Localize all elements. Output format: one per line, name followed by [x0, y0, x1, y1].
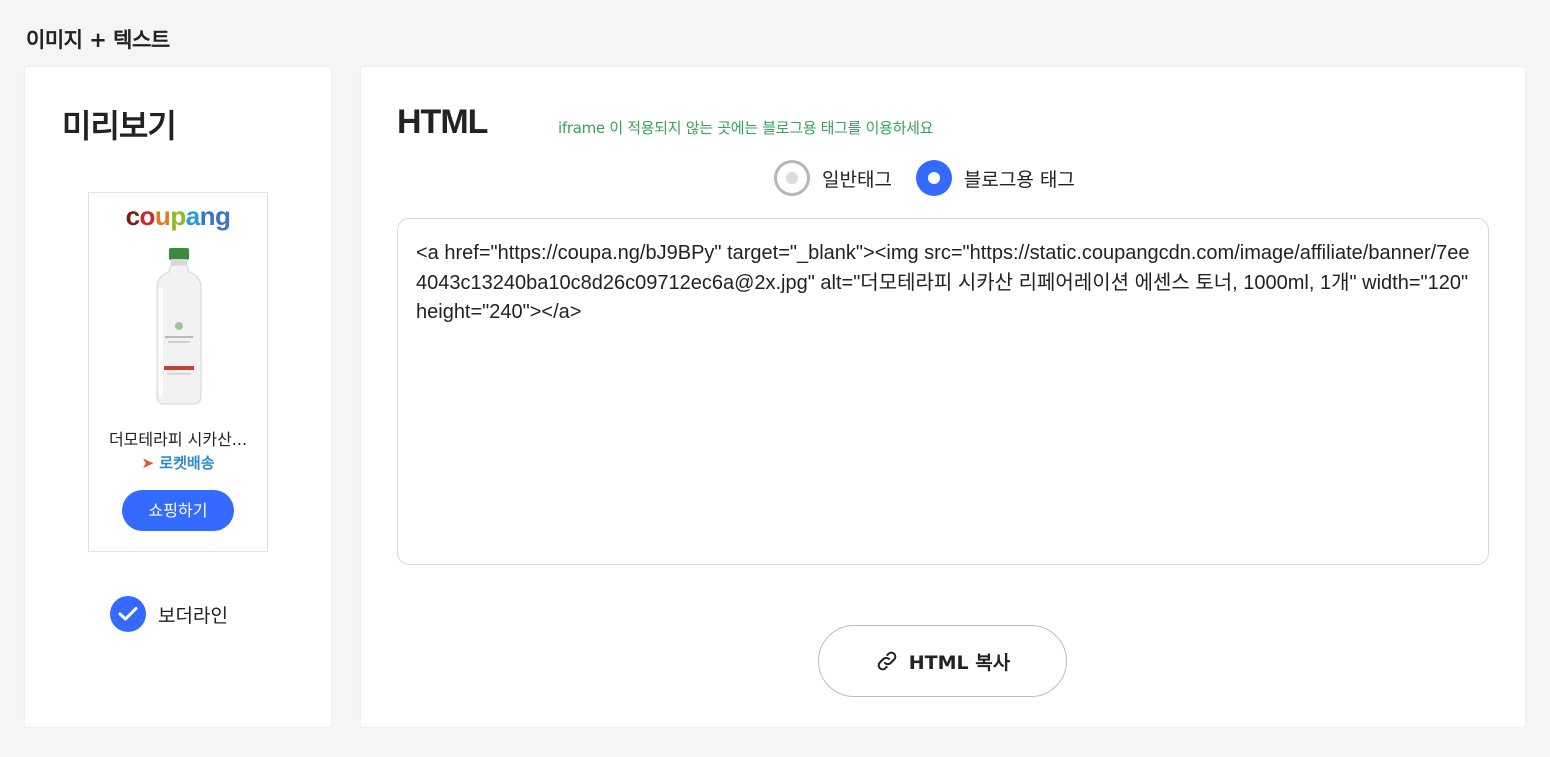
- product-image: [156, 248, 202, 405]
- coupang-logo: coupang: [125, 201, 231, 231]
- shop-button[interactable]: 쇼핑하기: [122, 490, 234, 531]
- link-icon: [875, 649, 899, 673]
- html-panel: HTML iframe 이 적용되지 않는 곳에는 블로그용 태그를 이용하세요…: [361, 67, 1525, 727]
- copy-html-label: HTML 복사: [908, 651, 1011, 674]
- html-code-textarea[interactable]: <a href="https://coupa.ng/bJ9BPy" target…: [397, 218, 1489, 565]
- section-title: 이미지 + 텍스트: [26, 28, 170, 52]
- border-line-checkbox[interactable]: [110, 596, 146, 632]
- rocket-delivery-badge: ➤ 로켓배송: [141, 454, 215, 472]
- radio-blog-tag-circle[interactable]: [915, 160, 952, 196]
- html-code-text: <a href="https://coupa.ng/bJ9BPy" target…: [416, 242, 1470, 323]
- radio-blog-tag[interactable]: 블로그용 태그: [915, 160, 1075, 196]
- border-line-label: 보더라인: [158, 604, 228, 627]
- preview-panel: 미리보기 coupang 더모테라피 시카산... ➤ 로켓배송 쇼핑하기 보더…: [25, 67, 331, 727]
- html-heading: HTML: [397, 103, 488, 141]
- tag-type-radio-group: 일반태그 블로그용 태그: [774, 160, 1099, 196]
- copy-html-button[interactable]: HTML 복사: [818, 625, 1067, 697]
- iframe-notice: iframe 이 적용되지 않는 곳에는 블로그용 태그를 이용하세요: [558, 119, 934, 137]
- product-name: 더모테라피 시카산...: [108, 430, 248, 449]
- banner-preview[interactable]: coupang 더모테라피 시카산... ➤ 로켓배송 쇼핑하기: [88, 192, 268, 552]
- radio-normal-tag-label: 일반태그: [822, 168, 892, 191]
- radio-normal-tag[interactable]: 일반태그: [774, 160, 892, 196]
- border-line-option[interactable]: 보더라인: [110, 596, 228, 632]
- radio-normal-tag-circle[interactable]: [774, 160, 810, 196]
- check-icon: [118, 607, 138, 621]
- preview-heading: 미리보기: [62, 107, 177, 145]
- rocket-icon: ➤: [141, 454, 155, 472]
- radio-blog-tag-label: 블로그용 태그: [963, 168, 1075, 191]
